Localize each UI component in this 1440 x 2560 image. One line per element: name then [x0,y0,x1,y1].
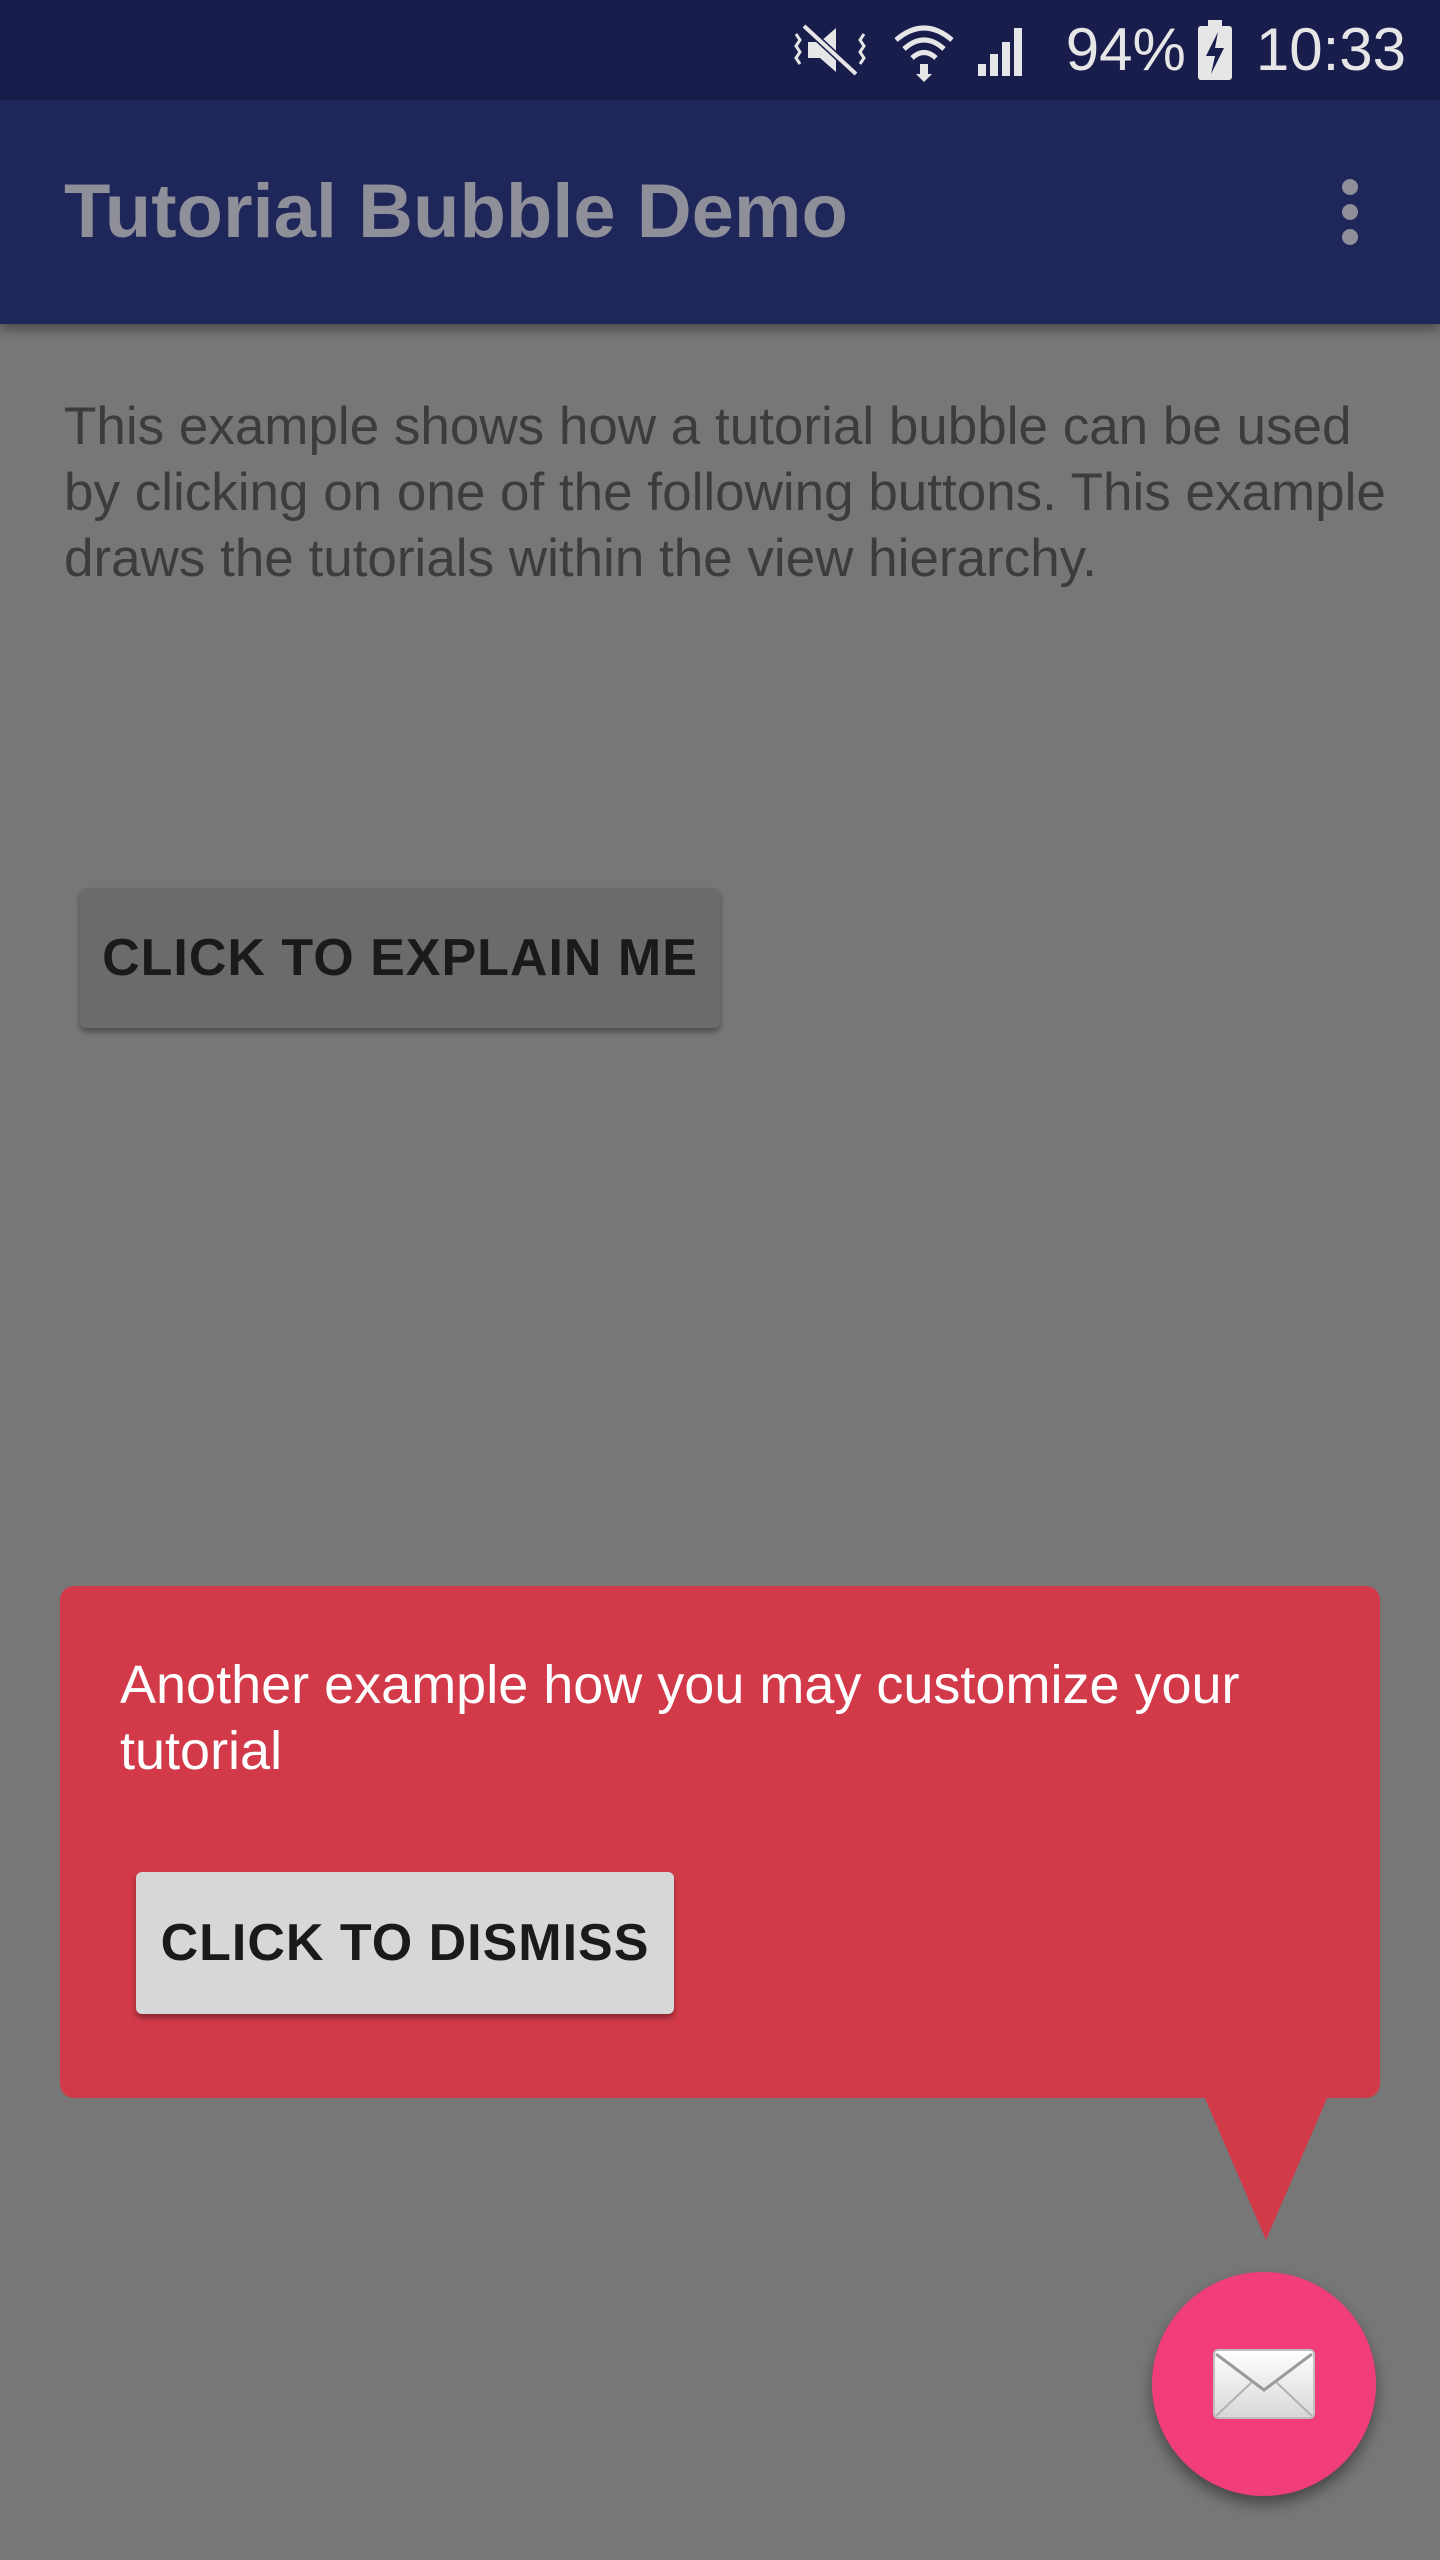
signal-icon [974,0,1030,100]
vibrate-mute-icon [790,0,870,100]
explain-button[interactable]: CLICK TO EXPLAIN ME [80,888,720,1028]
dismiss-button[interactable]: CLICK TO DISMISS [136,1872,674,2014]
wifi-icon [892,0,956,100]
status-bar: 94% 10:33 [0,0,1440,100]
envelope-icon [1212,2348,1316,2420]
tutorial-bubble: Another example how you may customize yo… [60,1586,1380,2098]
battery-percent: 94% [1065,16,1186,83]
email-fab[interactable] [1152,2272,1376,2496]
intro-text: This example shows how a tutorial bubble… [64,397,1386,588]
screen: 94% 10:33 Tutorial Bubble Demo This exam… [0,0,1440,2560]
battery-charging-icon [1196,0,1234,100]
status-time: 10:33 [1255,16,1406,83]
status-icons: 94% 10:33 [790,0,1406,100]
bubble-pointer [1204,2096,1328,2240]
app-bar: Tutorial Bubble Demo [0,100,1440,324]
app-title: Tutorial Bubble Demo [64,169,848,254]
tutorial-message: Another example how you may customize yo… [120,1655,1240,1781]
overflow-menu-icon[interactable] [1300,162,1400,262]
